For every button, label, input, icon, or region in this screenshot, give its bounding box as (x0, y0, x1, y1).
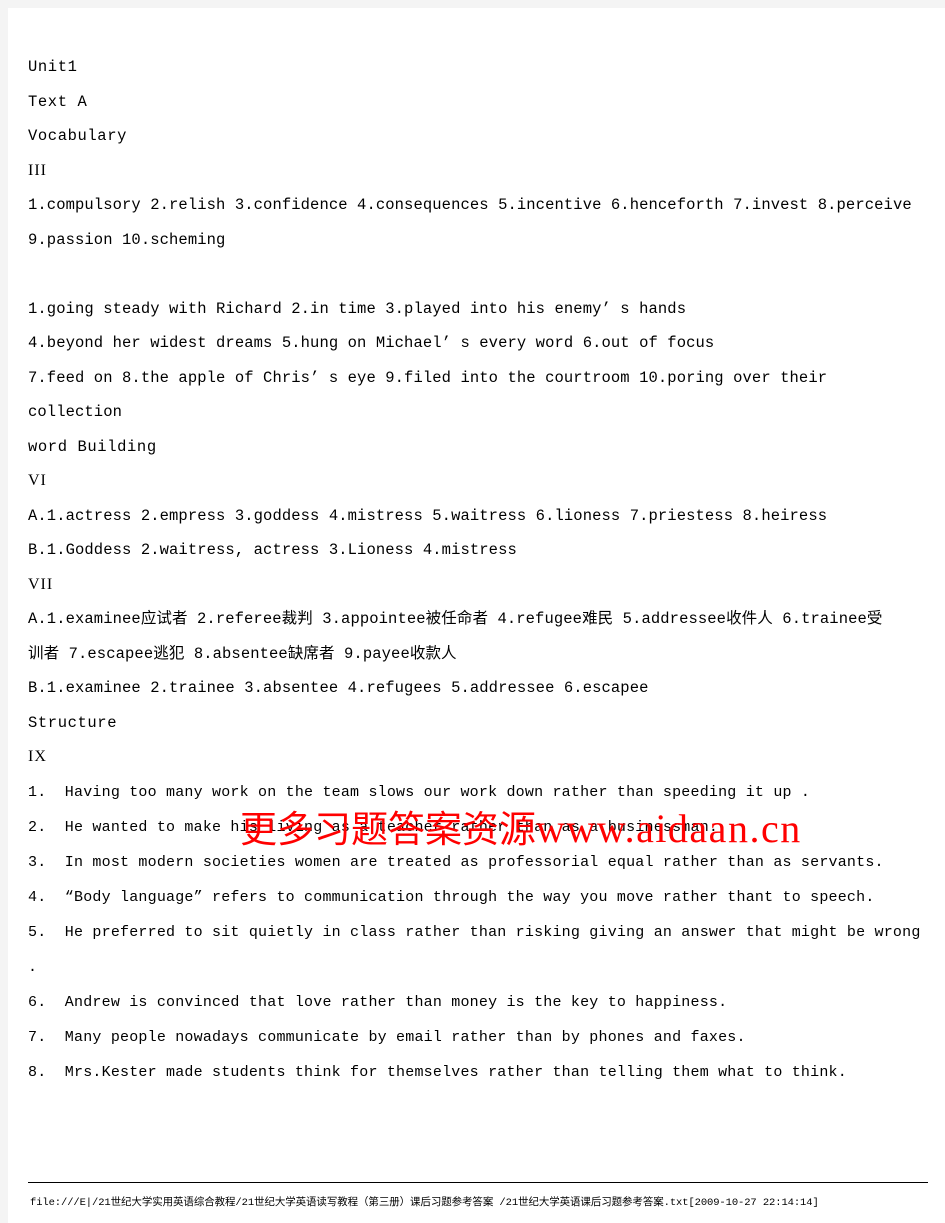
document-page: Unit1 Text A Vocabulary III 1.compulsory… (8, 8, 945, 1223)
numeral-seven: VII (28, 575, 54, 593)
word-building-seven-a-line-2: 训者 7.escapee逃犯 8.absentee缺席者 9.payee收款人 (28, 644, 457, 663)
footer-divider (28, 1182, 928, 1183)
structure-item-continuation: . (28, 958, 38, 976)
numeral-nine: IX (28, 748, 47, 765)
structure-item: 6. Andrew is convinced that love rather … (28, 993, 728, 1011)
word-building-seven-b: B.1.examinee 2.trainee 3.absentee 4.refu… (28, 679, 649, 697)
vocabulary-heading: Vocabulary (28, 127, 128, 145)
numeral-three: III (28, 161, 47, 179)
word-building-six-a: A.1.actress 2.empress 3.goddess 4.mistre… (28, 506, 828, 525)
unit-title: Unit1 (28, 58, 78, 76)
footer-file-path: file:///E|/21世纪大学实用英语综合教程/21世纪大学英语读写教程（第… (30, 1197, 819, 1209)
structure-item: 7. Many people nowadays communicate by e… (28, 1028, 746, 1046)
structure-item: 2. He wanted to make his living as a tea… (28, 818, 719, 836)
structure-item: 5. He preferred to sit quietly in class … (28, 923, 921, 941)
phrases-line-3: 7.feed on 8.the apple of Chris’ s eye 9.… (28, 368, 837, 422)
document-body: Unit1 Text A Vocabulary III 1.compulsory… (28, 50, 928, 1090)
structure-heading: Structure (28, 713, 118, 732)
vocabulary-answers-line-1: 1.compulsory 2.relish 3.confidence 4.con… (28, 196, 912, 214)
phrases-line-2: 4.beyond her widest dreams 5.hung on Mic… (28, 334, 715, 352)
phrases-line-1: 1.going steady with Richard 2.in time 3.… (28, 299, 687, 318)
word-building-seven-a-line-1: A.1.examinee应试者 2.referee裁判 3.appointee被… (28, 610, 883, 628)
word-building-six-b: B.1.Goddess 2.waitress, actress 3.Liones… (28, 541, 517, 559)
structure-item: 4. “Body language” refers to communicati… (28, 888, 875, 906)
numeral-six: VI (28, 472, 47, 489)
structure-item: 8. Mrs.Kester made students think for th… (28, 1063, 847, 1081)
text-label: Text A (28, 92, 88, 111)
word-building-heading: word Building (28, 437, 157, 456)
vocabulary-answers-line-2: 9.passion 10.scheming (28, 230, 226, 249)
structure-item: 3. In most modern societies women are tr… (28, 853, 884, 871)
structure-item: 1. Having too many work on the team slow… (28, 783, 811, 801)
